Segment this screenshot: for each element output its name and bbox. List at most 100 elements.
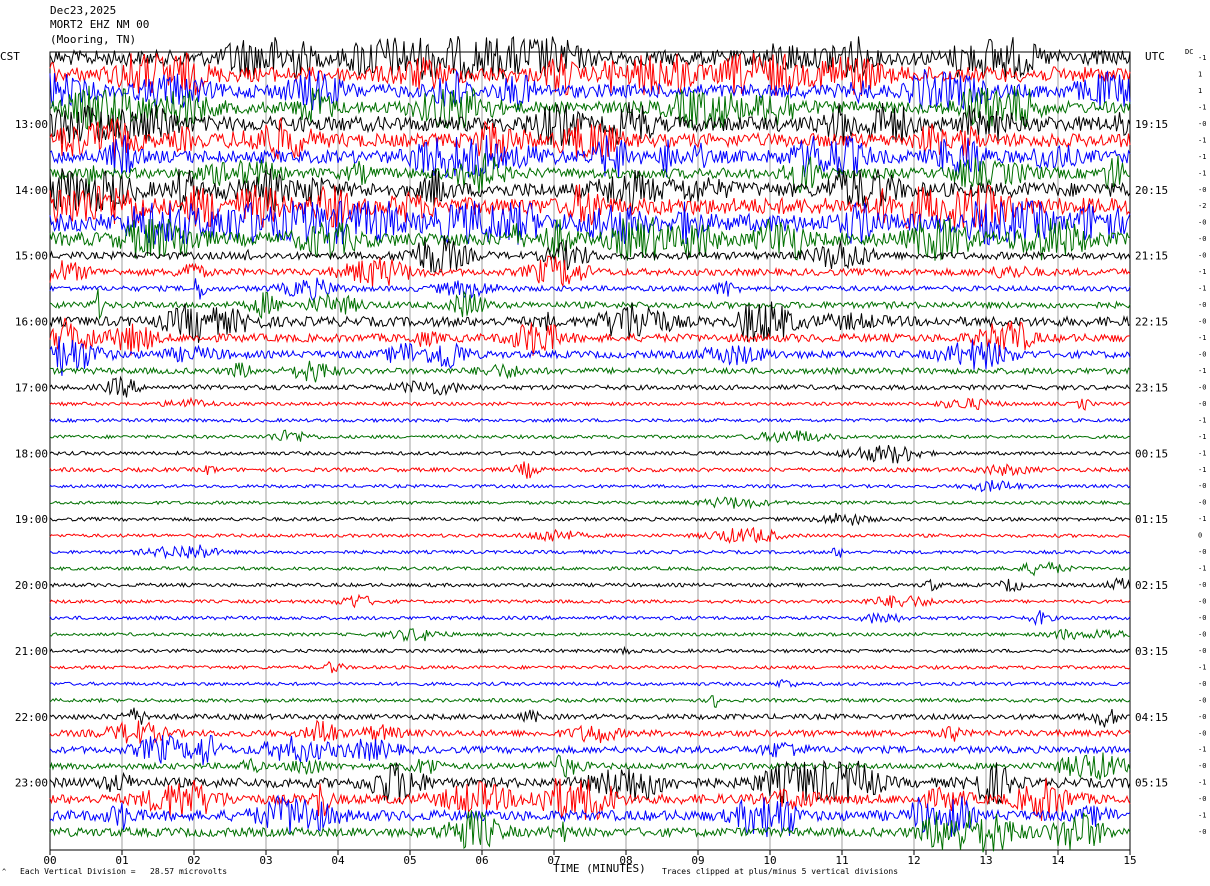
seismic-trace bbox=[49, 496, 1131, 510]
dc-offset-value: -0 bbox=[1198, 713, 1206, 721]
x-tick-label: 06 bbox=[475, 854, 488, 867]
dc-offset-value: -0 bbox=[1198, 219, 1206, 227]
seismic-trace bbox=[49, 660, 1131, 674]
seismic-trace bbox=[49, 277, 1131, 301]
seismic-trace bbox=[49, 695, 1131, 709]
right-hour-label: 19:15 bbox=[1135, 118, 1168, 131]
right-hour-label: 01:15 bbox=[1135, 513, 1168, 526]
dc-offset-value: -0 bbox=[1198, 762, 1206, 770]
dc-offset-value: -1 bbox=[1198, 663, 1206, 671]
x-tick-label: 09 bbox=[691, 854, 704, 867]
seismic-trace bbox=[49, 734, 1131, 766]
dc-offset-value: -0 bbox=[1198, 630, 1206, 638]
scale-note: Each Vertical Division = 28.57 microvolt… bbox=[20, 867, 228, 876]
dc-offset-value: -1 bbox=[1198, 812, 1206, 820]
left-hour-label: 21:00 bbox=[15, 645, 48, 658]
dc-offset-value: -1 bbox=[1198, 565, 1206, 573]
left-hour-label: 15:00 bbox=[15, 250, 48, 263]
seismic-trace bbox=[49, 810, 1131, 853]
x-tick-label: 13 bbox=[979, 854, 992, 867]
dc-offset-value: -1 bbox=[1198, 285, 1206, 293]
left-hour-label: 17:00 bbox=[15, 381, 48, 394]
right-hour-label: 22:15 bbox=[1135, 316, 1168, 329]
seismic-trace bbox=[49, 35, 1131, 80]
left-hour-label: 13:00 bbox=[15, 118, 48, 131]
x-tick-label: 11 bbox=[835, 854, 848, 867]
dc-offset-value: 0 bbox=[1198, 532, 1202, 540]
dc-offset-value: -0 bbox=[1198, 482, 1206, 490]
seismic-trace bbox=[49, 288, 1131, 320]
seismic-trace bbox=[49, 85, 1131, 130]
seismic-trace bbox=[49, 645, 1131, 656]
helicorder-plot: 00 01 02 03 04 05 06 07 08 09 10 11 12 13 14 15-111-1-0… bbox=[15, 35, 1206, 867]
dc-offset-value: -0 bbox=[1198, 729, 1206, 737]
seismic-trace bbox=[49, 396, 1131, 411]
dc-offset-value: -1 bbox=[1198, 268, 1206, 276]
seismic-trace bbox=[49, 593, 1131, 609]
seismic-trace bbox=[49, 255, 1131, 288]
x-tick-label: 04 bbox=[331, 854, 345, 867]
clip-note: Traces clipped at plus/minus 5 vertical … bbox=[662, 867, 899, 876]
right-hour-label: 23:15 bbox=[1135, 381, 1168, 394]
x-tick-label: 14 bbox=[1051, 854, 1065, 867]
left-hour-label: 20:00 bbox=[15, 579, 48, 592]
seismic-trace bbox=[49, 360, 1131, 383]
dc-offset-value: -1 bbox=[1198, 169, 1206, 177]
seismic-trace bbox=[49, 375, 1131, 398]
dc-offset-value: -1 bbox=[1198, 416, 1206, 424]
dc-offset-value: -0 bbox=[1198, 647, 1206, 655]
dc-offset-value: -0 bbox=[1198, 581, 1206, 589]
left-hour-label: 19:00 bbox=[15, 513, 48, 526]
dc-offset-value: -1 bbox=[1198, 136, 1206, 144]
left-hour-label: 14:00 bbox=[15, 184, 48, 197]
dc-offset-value: -0 bbox=[1198, 120, 1206, 128]
seismic-trace bbox=[49, 417, 1131, 424]
right-hour-label: 04:15 bbox=[1135, 711, 1168, 724]
left-hour-label: 23:00 bbox=[15, 777, 48, 790]
seismic-trace bbox=[49, 577, 1131, 593]
left-hour-label: 16:00 bbox=[15, 316, 48, 329]
x-axis-title: TIME (MINUTES) bbox=[553, 862, 646, 875]
seismic-trace bbox=[49, 461, 1131, 479]
dc-offset-value: -0 bbox=[1198, 680, 1206, 688]
seismic-trace bbox=[49, 429, 1131, 444]
dc-offset-value: -0 bbox=[1198, 252, 1206, 260]
dc-offset-value: -1 bbox=[1198, 746, 1206, 754]
x-tick-label: 10 bbox=[763, 854, 776, 867]
dc-offset-value: -1 bbox=[1198, 466, 1206, 474]
x-tick-label: 05 bbox=[403, 854, 416, 867]
dc-offset-value: -0 bbox=[1198, 614, 1206, 622]
seismic-trace bbox=[49, 544, 1131, 560]
x-tick-label: 15 bbox=[1123, 854, 1136, 867]
seismic-trace bbox=[49, 301, 1131, 343]
right-hour-label: 02:15 bbox=[1135, 579, 1168, 592]
seismic-trace bbox=[49, 560, 1131, 577]
dc-offset-value: -0 bbox=[1198, 301, 1206, 309]
x-tick-label: 03 bbox=[259, 854, 272, 867]
dc-offset-value: -0 bbox=[1198, 548, 1206, 556]
seismic-trace bbox=[49, 512, 1131, 526]
traces bbox=[49, 35, 1131, 853]
left-hour-label: 18:00 bbox=[15, 447, 48, 460]
dc-offset-value: -1 bbox=[1198, 433, 1206, 441]
seismic-trace bbox=[49, 752, 1131, 780]
x-tick-label: 00 bbox=[43, 854, 56, 867]
dc-offset-value: -1 bbox=[1198, 779, 1206, 787]
x-tick-label: 01 bbox=[115, 854, 128, 867]
dc-offset-value: -1 bbox=[1198, 334, 1206, 342]
dc-offset-value: -1 bbox=[1198, 54, 1206, 62]
dc-offset-value: -1 bbox=[1198, 103, 1206, 111]
dc-offset-value: -0 bbox=[1198, 318, 1206, 326]
dc-offset-value: 1 bbox=[1198, 87, 1202, 95]
right-hour-label: 00:15 bbox=[1135, 447, 1168, 460]
dc-offset-value: -1 bbox=[1198, 367, 1206, 375]
dc-offset-value: -2 bbox=[1198, 202, 1206, 210]
left-hour-label: 22:00 bbox=[15, 711, 48, 724]
dc-offset-value: -0 bbox=[1198, 696, 1206, 704]
dc-offset-value: -0 bbox=[1198, 828, 1206, 836]
dc-offset-value: -0 bbox=[1198, 598, 1206, 606]
x-tick-label: 02 bbox=[187, 854, 200, 867]
seismic-trace bbox=[49, 628, 1131, 643]
dc-offset-value: -0 bbox=[1198, 795, 1206, 803]
dc-offset-value: -0 bbox=[1198, 499, 1206, 507]
